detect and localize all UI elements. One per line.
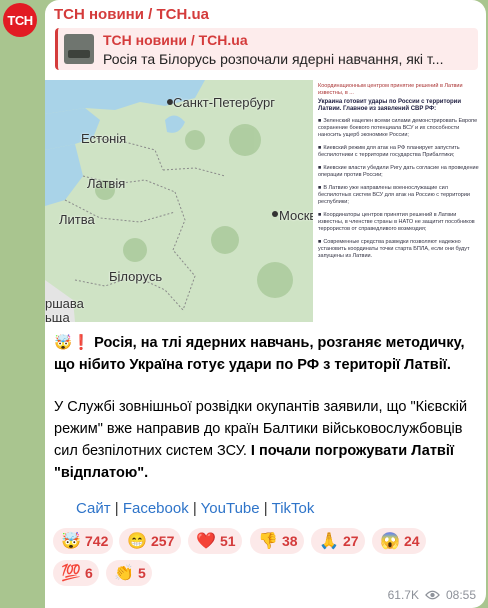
map-label-poland: ьща xyxy=(45,310,70,322)
reaction-count: 742 xyxy=(85,533,109,549)
caption-paragraph-1: 🤯❗ Росія, на тлі ядерних навчань, розган… xyxy=(54,332,474,376)
link-site[interactable]: Сайт xyxy=(76,500,111,517)
view-count: 61.7K xyxy=(387,588,419,602)
map-image xyxy=(45,80,313,322)
link-youtube[interactable]: YouTube xyxy=(201,500,260,517)
reaction-clap[interactable]: 👏 5 xyxy=(106,560,152,586)
message-meta: 61.7K 08:55 xyxy=(388,588,476,602)
link-facebook[interactable]: Facebook xyxy=(123,500,189,517)
reaction-count: 5 xyxy=(138,565,146,581)
clap-icon: 👏 xyxy=(114,565,134,582)
reaction-count: 27 xyxy=(343,533,359,549)
map-label-belarus: Білорусь xyxy=(109,269,163,284)
doc-item: ■ Координаторы центров принятия решений в… xyxy=(318,212,475,232)
map-label-lithuania: Литва xyxy=(59,212,95,227)
map-label-st-petersburg: Санкт-Петербург xyxy=(173,95,275,110)
doc-item: ■ Киевские власти убедили Ригу дать согла… xyxy=(318,165,479,178)
thumbs-down-icon: 👎 xyxy=(258,533,278,550)
pray-icon: 🙏 xyxy=(319,533,339,550)
reply-title: ТСН новини / TCH.ua xyxy=(103,32,248,48)
map-label-warsaw: ршава xyxy=(45,296,84,311)
message-bubble: ТСН новини / TCH.ua ТСН новини / TCH.ua … xyxy=(45,0,486,608)
channel-avatar[interactable]: ТСН xyxy=(3,3,37,37)
caption-paragraph-2: У Службі зовнішньої розвідки окупантів з… xyxy=(54,396,474,484)
hundred-icon: 💯 xyxy=(61,565,81,582)
reaction-count: 24 xyxy=(404,533,420,549)
doc-item: ■ Зеленский нацелен всеми силами демонстр… xyxy=(318,118,478,138)
reply-thumbnail xyxy=(64,34,94,64)
reaction-count: 257 xyxy=(151,533,175,549)
reaction-pray[interactable]: 🙏 27 xyxy=(311,528,365,554)
message-text: 🤯❗ Росія, на тлі ядерних навчань, розган… xyxy=(54,332,474,504)
reaction-exploding-head[interactable]: 🤯 742 xyxy=(53,528,113,554)
reaction-count: 51 xyxy=(220,533,236,549)
doc-heading: Украина готовит удары по России с террит… xyxy=(318,99,462,112)
caption-bold: Росія, на тлі ядерних навчань, розганяє … xyxy=(54,335,465,373)
doc-item: ■ В Латвию уже направлены военнослужащие … xyxy=(318,185,470,205)
link-tiktok[interactable]: TikTok xyxy=(272,500,315,517)
channel-name[interactable]: ТСН новини / TCH.ua xyxy=(54,6,209,23)
reaction-grin[interactable]: 😁 257 xyxy=(119,528,181,554)
message-photo[interactable]: Санкт-Петербург Естонія Латвія Литва Мос… xyxy=(45,80,486,322)
exploding-head-icon: 🤯 xyxy=(61,533,81,550)
doc-item: ■ Современные средства разведки позволяют… xyxy=(318,239,470,259)
doc-top-line: Координационным центром принятие решений… xyxy=(318,83,463,96)
message-time: 08:55 xyxy=(445,588,476,602)
doc-item: ■ Киевский режим для атак на РФ планирует… xyxy=(318,145,460,158)
reaction-scream[interactable]: 😱 24 xyxy=(372,528,426,554)
exploding-head-icon: 🤯 xyxy=(54,335,73,351)
social-links: Сайт | Facebook | YouTube | TikTok xyxy=(76,500,315,517)
reply-text: Росія та Білорусь розпочали ядерні навча… xyxy=(103,51,444,67)
statement-document: Координационным центром принятие решений… xyxy=(313,80,486,322)
map-label-latvia: Латвія xyxy=(87,176,126,191)
map-label-estonia: Естонія xyxy=(81,131,127,146)
reaction-hundred[interactable]: 💯 6 xyxy=(53,560,99,586)
grin-icon: 😁 xyxy=(127,533,147,550)
reply-preview[interactable]: ТСН новини / TCH.ua Росія та Білорусь ро… xyxy=(55,28,478,70)
heart-icon: ❤️ xyxy=(196,533,216,550)
eye-icon xyxy=(425,590,440,600)
exclamation-icon: ❗ xyxy=(72,335,91,351)
reaction-count: 38 xyxy=(282,533,298,549)
reaction-thumbs-down[interactable]: 👎 38 xyxy=(250,528,304,554)
scream-icon: 😱 xyxy=(380,533,400,550)
reaction-heart[interactable]: ❤️ 51 xyxy=(188,528,242,554)
reaction-count: 6 xyxy=(85,565,93,581)
